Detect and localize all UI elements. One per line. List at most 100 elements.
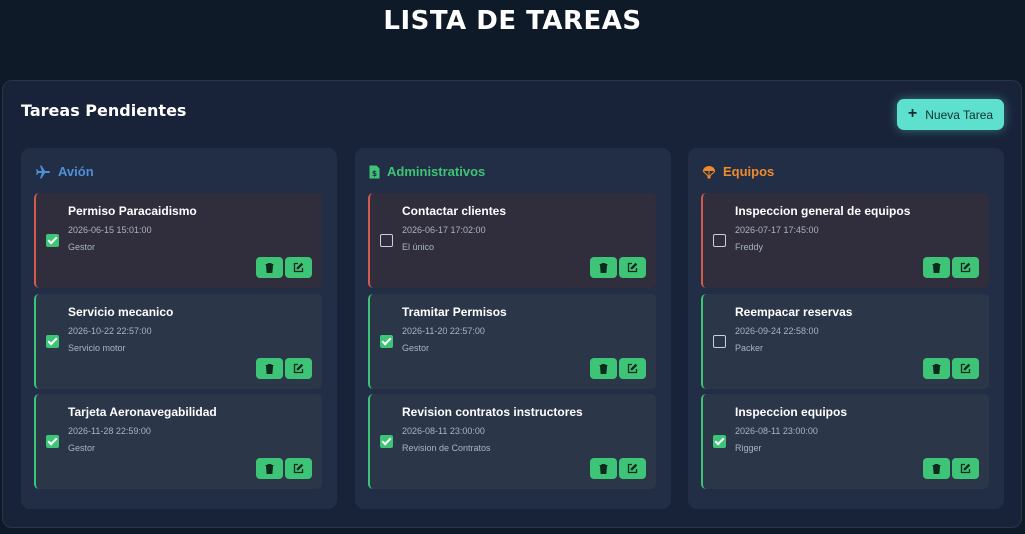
task-title: Reempacar reservas — [735, 305, 853, 319]
plus-icon: + — [907, 105, 918, 122]
board-title: Tareas Pendientes — [21, 101, 187, 120]
edit-icon — [293, 262, 304, 273]
column-header-administrativos: $ Administrativos — [369, 164, 485, 179]
task-description: El único — [402, 242, 435, 252]
edit-icon — [627, 262, 638, 273]
task-title: Revision contratos instructores — [402, 405, 583, 419]
task-description: Revision de Contratos — [402, 443, 491, 453]
task-checkbox[interactable] — [380, 335, 393, 348]
parachute-icon — [702, 165, 716, 179]
task-card: Permiso Paracaidismo 2026-06-15 15:01:00… — [34, 193, 322, 288]
task-datetime: 2026-06-15 15:01:00 — [68, 225, 152, 235]
delete-button[interactable] — [256, 458, 283, 479]
edit-button[interactable] — [619, 257, 646, 278]
task-datetime: 2026-09-24 22:58:00 — [735, 326, 819, 336]
delete-button[interactable] — [923, 257, 950, 278]
task-card: Tramitar Permisos 2026-11-20 22:57:00 Ge… — [368, 294, 656, 389]
task-checkbox[interactable] — [713, 234, 726, 247]
delete-button[interactable] — [256, 257, 283, 278]
page-title: LISTA DE TAREAS — [383, 6, 642, 36]
task-checkbox[interactable] — [46, 234, 59, 247]
edit-icon — [960, 463, 971, 474]
column-header-equipos: Equipos — [702, 164, 774, 179]
delete-button[interactable] — [590, 458, 617, 479]
task-datetime: 2026-07-17 17:45:00 — [735, 225, 819, 235]
task-checkbox[interactable] — [713, 435, 726, 448]
task-card: Inspeccion general de equipos 2026-07-17… — [701, 193, 989, 288]
delete-button[interactable] — [590, 257, 617, 278]
task-description: Packer — [735, 343, 764, 353]
trash-icon — [932, 262, 941, 273]
svg-text:$: $ — [372, 169, 377, 178]
edit-icon — [627, 363, 638, 374]
task-datetime: 2026-06-17 17:02:00 — [402, 225, 486, 235]
edit-button[interactable] — [952, 257, 979, 278]
tasks-board: Tareas Pendientes + Nueva Tarea Avión Pe… — [2, 80, 1022, 528]
task-description: Gestor — [68, 443, 96, 453]
edit-button[interactable] — [952, 458, 979, 479]
edit-button[interactable] — [285, 458, 312, 479]
plane-icon — [35, 165, 51, 179]
task-title: Servicio mecanico — [68, 305, 174, 319]
task-card: Reempacar reservas 2026-09-24 22:58:00 P… — [701, 294, 989, 389]
edit-button[interactable] — [619, 458, 646, 479]
task-card: Revision contratos instructores 2026-08-… — [368, 394, 656, 489]
task-title: Permiso Paracaidismo — [68, 204, 197, 218]
trash-icon — [932, 363, 941, 374]
task-card: Tarjeta Aeronavegabilidad 2026-11-28 22:… — [34, 394, 322, 489]
task-checkbox[interactable] — [713, 335, 726, 348]
task-checkbox[interactable] — [380, 234, 393, 247]
task-title: Inspeccion equipos — [735, 405, 848, 419]
task-title: Inspeccion general de equipos — [735, 204, 911, 218]
column-administrativos: $ Administrativos Contactar clientes 202… — [355, 148, 671, 509]
trash-icon — [265, 262, 274, 273]
task-card: Inspeccion equipos 2026-08-11 23:00:00 R… — [701, 394, 989, 489]
task-checkbox[interactable] — [380, 435, 393, 448]
task-card: Servicio mecanico 2026-10-22 22:57:00 Se… — [34, 294, 322, 389]
delete-button[interactable] — [923, 458, 950, 479]
task-datetime: 2026-10-22 22:57:00 — [68, 326, 152, 336]
task-title: Tarjeta Aeronavegabilidad — [68, 405, 217, 419]
task-description: Freddy — [735, 242, 764, 252]
trash-icon — [932, 463, 941, 474]
trash-icon — [265, 463, 274, 474]
invoice-icon: $ — [369, 165, 380, 179]
column-title: Avión — [58, 164, 94, 179]
delete-button[interactable] — [590, 358, 617, 379]
task-datetime: 2026-11-20 22:57:00 — [402, 326, 485, 336]
trash-icon — [265, 363, 274, 374]
trash-icon — [599, 262, 608, 273]
column-title: Administrativos — [387, 164, 486, 179]
task-datetime: 2026-08-11 23:00:00 — [735, 426, 818, 436]
task-title: Contactar clientes — [402, 204, 507, 218]
edit-button[interactable] — [285, 257, 312, 278]
delete-button[interactable] — [256, 358, 283, 379]
edit-icon — [293, 363, 304, 374]
edit-icon — [627, 463, 638, 474]
task-datetime: 2026-08-11 23:00:00 — [402, 426, 485, 436]
edit-button[interactable] — [952, 358, 979, 379]
task-title: Tramitar Permisos — [402, 305, 507, 319]
task-description: Gestor — [402, 343, 430, 353]
column-header-avion: Avión — [35, 164, 94, 179]
new-task-label: Nueva Tarea — [925, 107, 994, 122]
edit-icon — [960, 262, 971, 273]
task-datetime: 2026-11-28 22:59:00 — [68, 426, 151, 436]
task-checkbox[interactable] — [46, 335, 59, 348]
column-equipos: Equipos Inspeccion general de equipos 20… — [688, 148, 1004, 509]
task-description: Servicio motor — [68, 343, 126, 353]
delete-button[interactable] — [923, 358, 950, 379]
edit-icon — [960, 363, 971, 374]
task-description: Gestor — [68, 242, 96, 252]
column-title: Equipos — [723, 164, 775, 179]
task-card: Contactar clientes 2026-06-17 17:02:00 E… — [368, 193, 656, 288]
column-avion: Avión Permiso Paracaidismo 2026-06-15 15… — [21, 148, 337, 509]
edit-button[interactable] — [619, 358, 646, 379]
edit-icon — [293, 463, 304, 474]
trash-icon — [599, 463, 608, 474]
task-checkbox[interactable] — [46, 435, 59, 448]
edit-button[interactable] — [285, 358, 312, 379]
task-description: Rigger — [735, 443, 762, 453]
new-task-button[interactable]: + Nueva Tarea — [897, 99, 1004, 130]
trash-icon — [599, 363, 608, 374]
